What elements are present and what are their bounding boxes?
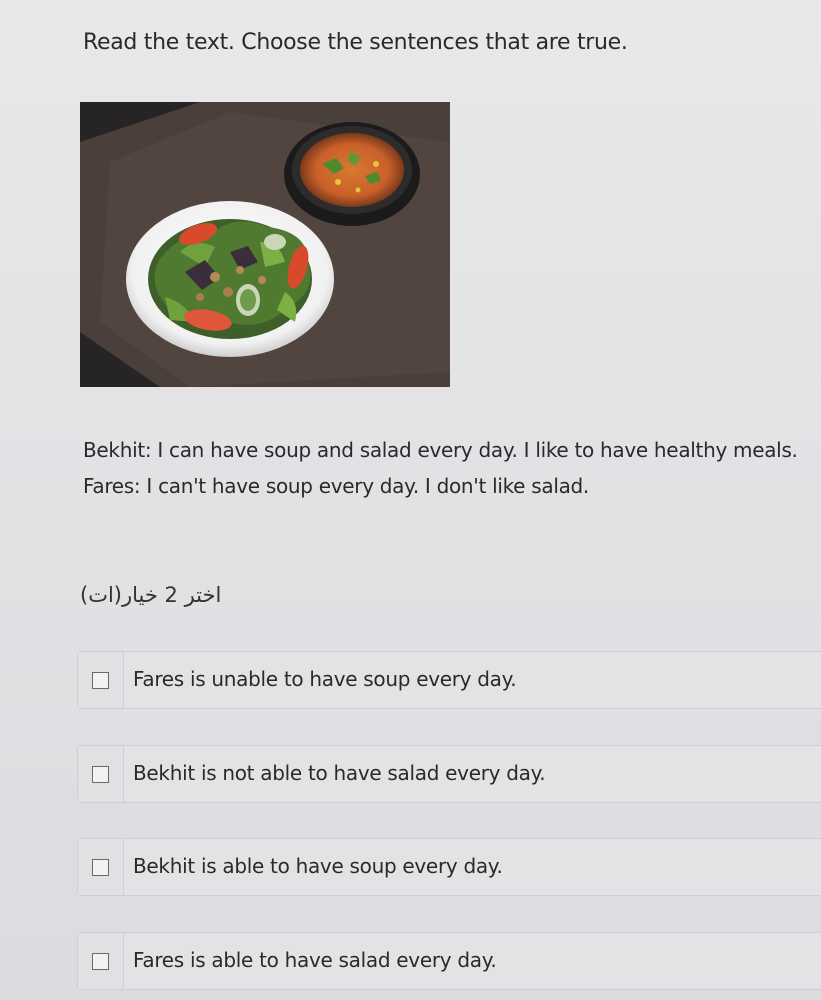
checkbox[interactable] xyxy=(92,672,109,689)
checkbox-cell[interactable] xyxy=(78,933,124,989)
option-label: Fares is able to have salad every day. xyxy=(133,948,497,972)
option-label: Bekhit is able to have soup every day. xyxy=(133,854,503,878)
checkbox-cell[interactable] xyxy=(78,652,124,708)
checkbox-cell[interactable] xyxy=(78,746,124,802)
checkbox[interactable] xyxy=(92,766,109,783)
passage-line-bekhit: Bekhit: I can have soup and salad every … xyxy=(83,438,798,462)
option-bekhit-not-able-salad[interactable]: Bekhit is not able to have salad every d… xyxy=(77,745,821,803)
choose-two-instruction: اختر 2 خيار(ات) xyxy=(80,583,222,607)
checkbox[interactable] xyxy=(92,859,109,876)
checkbox-cell[interactable] xyxy=(78,839,124,895)
option-fares-able-salad[interactable]: Fares is able to have salad every day. xyxy=(77,932,821,990)
question-prompt: Read the text. Choose the sentences that… xyxy=(83,30,628,55)
option-label: Fares is unable to have soup every day. xyxy=(133,667,517,691)
checkbox[interactable] xyxy=(92,953,109,970)
reading-passage: Bekhit: I can have soup and salad every … xyxy=(83,432,813,504)
option-bekhit-able-soup[interactable]: Bekhit is able to have soup every day. xyxy=(77,838,821,896)
option-fares-unable-soup[interactable]: Fares is unable to have soup every day. xyxy=(77,651,821,709)
option-label: Bekhit is not able to have salad every d… xyxy=(133,761,546,785)
passage-line-fares: Fares: I can't have soup every day. I do… xyxy=(83,474,589,498)
soup-salad-image xyxy=(80,102,450,387)
